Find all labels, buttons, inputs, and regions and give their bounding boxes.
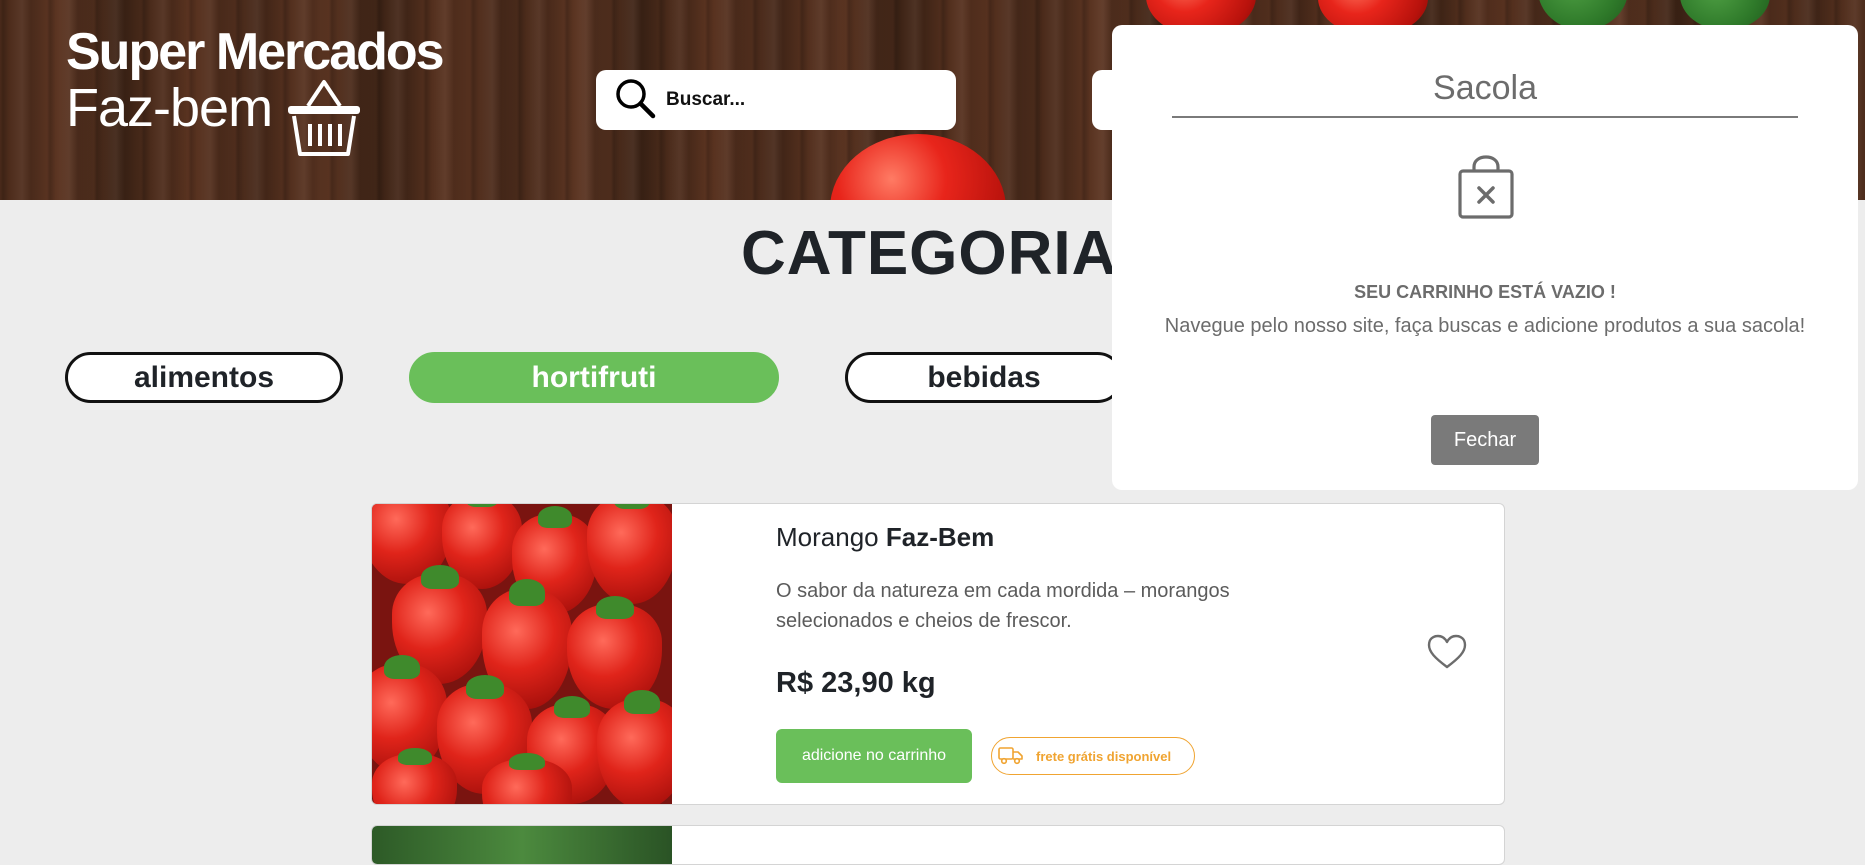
empty-cart-title: SEU CARRINHO ESTÁ VAZIO !: [1354, 282, 1616, 302]
basket-icon: [282, 76, 366, 164]
product-name: Morango Faz-Bem: [776, 522, 994, 553]
bag-title: Sacola: [1433, 69, 1537, 107]
product-name-brand: Faz-Bem: [885, 522, 995, 552]
close-bag-button[interactable]: Fechar: [1431, 415, 1539, 465]
free-shipping-label: frete grátis disponível: [1036, 748, 1172, 764]
category-chip-hortifruti[interactable]: hortifruti: [409, 352, 779, 403]
category-chip-label: hortifruti: [531, 360, 657, 394]
store-logo[interactable]: Super Mercados Faz-bem: [66, 23, 445, 156]
product-description: O sabor da natureza em cada mordida – mo…: [776, 580, 1230, 632]
logo-title: Super Mercados: [66, 23, 445, 81]
free-shipping-badge: frete grátis disponível: [991, 737, 1195, 775]
search-input[interactable]: Buscar...: [666, 89, 745, 111]
empty-cart-message: Navegue pelo nosso site, faça buscas e a…: [1164, 315, 1806, 337]
product-name-prefix: Morango: [776, 522, 879, 552]
product-image: [372, 826, 672, 864]
bag-divider: [1172, 116, 1798, 118]
category-chip-label: bebidas: [927, 360, 1041, 394]
category-chip-bebidas[interactable]: bebidas: [845, 352, 1123, 403]
product-card: Morango Faz-Bem O sabor da natureza em c…: [371, 503, 1505, 805]
empty-bag-icon: [1456, 155, 1516, 225]
add-to-cart-button[interactable]: adicione no carrinho: [776, 729, 972, 783]
search-icon[interactable]: [614, 77, 656, 123]
shopping-bag-panel: Sacola SEU CARRINHO ESTÁ VAZIO ! Navegue…: [1112, 25, 1858, 490]
heart-icon[interactable]: [1427, 634, 1467, 674]
categories-title: CATEGORIAS: [741, 219, 1160, 288]
logo-subtitle: Faz-bem: [66, 78, 273, 138]
tomato-decoration: [830, 134, 1006, 200]
search-box[interactable]: Buscar...: [596, 70, 956, 130]
category-chip-alimentos[interactable]: alimentos: [65, 352, 343, 403]
product-card: [371, 825, 1505, 865]
product-image: [372, 504, 672, 804]
truck-icon: [998, 745, 1024, 768]
category-chip-label: alimentos: [133, 360, 275, 394]
product-price: R$ 23,90 kg: [776, 667, 936, 699]
